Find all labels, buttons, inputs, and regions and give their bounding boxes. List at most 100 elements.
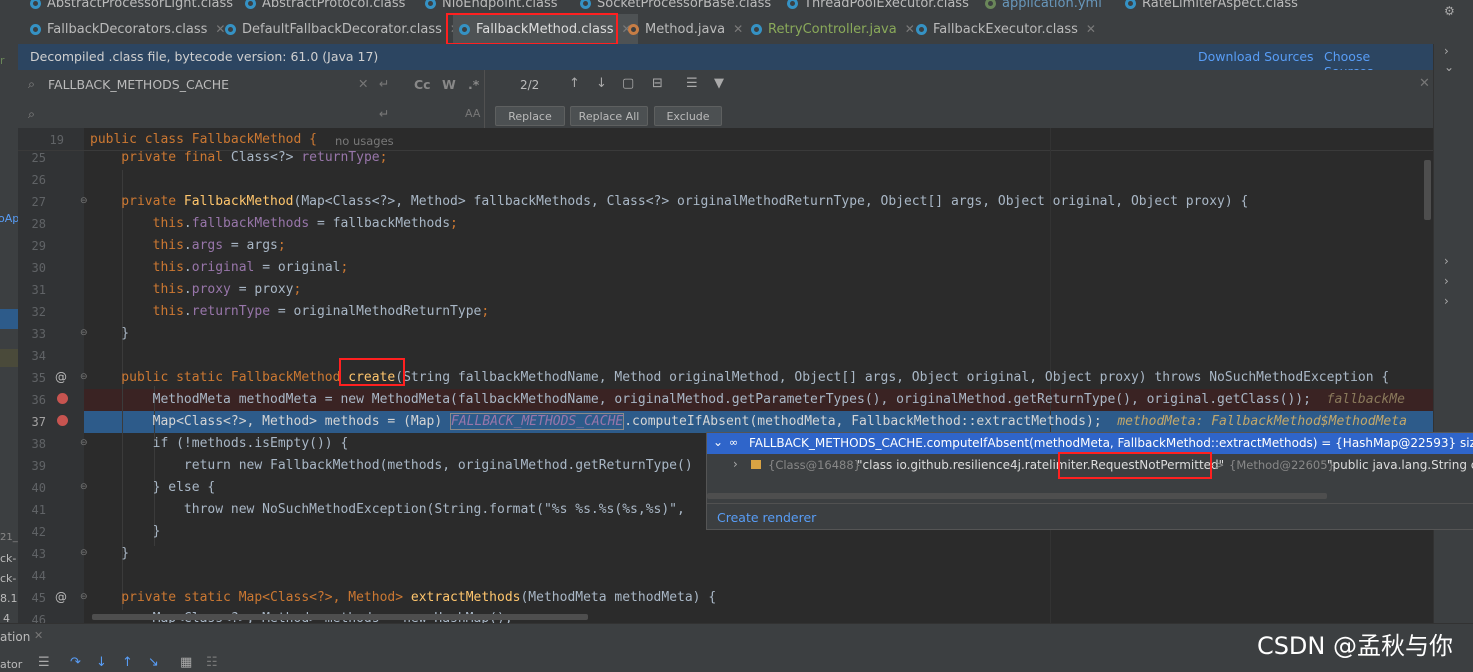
tab-label: Method.java <box>645 21 726 37</box>
fold-icon[interactable]: ⊖ <box>80 196 88 206</box>
override-marker-icon[interactable]: @ <box>55 590 67 604</box>
horizontal-scrollbar[interactable] <box>92 614 588 620</box>
indent-guide <box>122 170 123 610</box>
step-over-icon[interactable]: ↷ <box>70 655 81 670</box>
tab-abstract-processor-light[interactable]: AbstractProcessorLight.class <box>30 0 233 14</box>
fold-icon[interactable]: ⊖ <box>80 548 88 558</box>
yml-icon <box>985 0 996 9</box>
list-icon[interactable]: ☰ <box>38 655 50 670</box>
run-to-cursor-icon[interactable]: ↘ <box>148 655 159 670</box>
evaluate-expression: FALLBACK_METHODS_CACHE.computeIfAbsent(m… <box>749 436 1473 450</box>
fold-icon[interactable]: ⊖ <box>80 328 88 338</box>
code-line-41: throw new NoSuchMethodException(String.f… <box>90 502 685 517</box>
match-count: 2/2 <box>520 78 540 92</box>
clear-icon[interactable]: ✕ <box>358 76 368 91</box>
newline-icon[interactable]: ↵ <box>379 76 389 91</box>
evaluate-icon[interactable]: ▦ <box>180 655 192 670</box>
arrow-down-icon[interactable]: ↓ <box>596 76 607 91</box>
fold-icon[interactable]: ⊖ <box>80 372 88 382</box>
fold-icon[interactable]: ⊖ <box>80 438 88 448</box>
map-entry-icon <box>751 460 761 469</box>
multiline-icon[interactable]: ☰ <box>686 76 698 91</box>
line-number: 42 <box>31 525 46 539</box>
preserve-case-toggle[interactable]: AA <box>465 107 480 120</box>
step-into-icon[interactable]: ↓ <box>96 655 107 670</box>
breakpoint-icon[interactable] <box>57 415 68 426</box>
class-icon <box>425 0 436 9</box>
regex-toggle[interactable]: .* <box>468 77 479 92</box>
close-icon[interactable]: ✕ <box>34 629 43 642</box>
chevron-down-icon[interactable]: ⌄ <box>713 435 723 449</box>
chevron-right-icon[interactable]: › <box>1444 254 1449 268</box>
exclude-button[interactable]: Exclude <box>654 106 722 126</box>
create-renderer-link[interactable]: Create renderer <box>717 510 816 525</box>
vertical-scrollbar[interactable] <box>1424 160 1431 220</box>
close-icon[interactable]: ✕ <box>1419 76 1430 91</box>
chevron-right-icon[interactable]: › <box>1444 44 1449 58</box>
sticky-code: public class FallbackMethod { <box>90 132 317 147</box>
whole-word-toggle[interactable]: W <box>442 77 456 92</box>
code-line-37: Map<Class<?>, Method> methods = (Map) FA… <box>90 413 1407 430</box>
chevron-down-icon[interactable]: ⌄ <box>1444 60 1454 74</box>
entry-value-text: "public java.lang.String c <box>1327 458 1473 472</box>
line-number: 36 <box>31 393 46 407</box>
line-number: 34 <box>31 349 46 363</box>
tab-socket-processor-base[interactable]: SocketProcessorBase.class <box>580 0 771 14</box>
line-number: 26 <box>31 173 46 187</box>
close-icon[interactable]: ✕ <box>215 22 225 36</box>
override-marker-icon[interactable]: @ <box>55 370 67 384</box>
find-input[interactable]: FALLBACK_METHODS_CACHE <box>48 77 229 92</box>
gear-icon[interactable]: ⚙ <box>1444 4 1455 18</box>
tab-method-java[interactable]: Method.java ✕ <box>628 14 743 44</box>
select-all-occurrences-icon[interactable]: ▢ <box>622 76 634 91</box>
tab-label: RateLimiterAspect.class <box>1142 0 1298 11</box>
code-line-43: } <box>90 546 130 561</box>
tab-application-yml[interactable]: application.yml <box>985 0 1102 14</box>
filter-in-selection-icon[interactable]: ⊟ <box>652 76 663 91</box>
line-number: 43 <box>31 547 46 561</box>
annotation-box-tab <box>446 13 618 45</box>
java-icon <box>628 23 639 35</box>
tab-rate-limiter-aspect[interactable]: RateLimiterAspect.class <box>1125 0 1298 14</box>
annotation-box-entry <box>1058 452 1212 479</box>
tab-fallback-executor[interactable]: FallbackExecutor.class ✕ <box>916 14 1096 44</box>
evaluate-result-row[interactable]: ⌄ ∞ FALLBACK_METHODS_CACHE.computeIfAbse… <box>707 433 1473 454</box>
fold-icon[interactable]: ⊖ <box>80 482 88 492</box>
match-case-toggle[interactable]: Cc <box>414 77 431 92</box>
chevron-right-icon[interactable]: › <box>1444 294 1449 308</box>
chevron-right-icon[interactable]: › <box>733 457 738 471</box>
step-out-icon[interactable]: ↑ <box>122 655 133 670</box>
code-text: FallbackMethod <box>183 194 294 209</box>
replace-button[interactable]: Replace <box>495 106 565 126</box>
close-icon[interactable]: ✕ <box>733 22 743 36</box>
replace-all-button[interactable]: Replace All <box>570 106 648 126</box>
left-fragment: r <box>0 54 5 67</box>
close-icon[interactable]: ✕ <box>1086 22 1096 36</box>
tab-nio-endpoint[interactable]: NioEndpoint.class <box>425 0 558 14</box>
tab-label: FallbackExecutor.class <box>933 21 1078 37</box>
tab-abstract-protocol[interactable]: AbstractProtocol.class <box>245 0 405 14</box>
tab-fallback-decorators[interactable]: FallbackDecorators.class ✕ <box>30 14 225 44</box>
left-fragment: oAp <box>0 212 20 225</box>
decompiled-banner: Decompiled .class file, bytecode version… <box>18 44 1433 79</box>
download-sources-link[interactable]: Download Sources <box>1198 49 1314 64</box>
tab-default-fallback-decorator[interactable]: DefaultFallbackDecorator.class✕ <box>225 14 460 44</box>
popup-horizontal-scrollbar[interactable] <box>707 493 1327 499</box>
tab-thread-pool-executor[interactable]: ThreadPoolExecutor.class <box>787 0 969 14</box>
line-number: 35 <box>31 371 46 385</box>
filter-icon[interactable]: ▼ <box>714 76 724 91</box>
entry-arrow: -> <box>1210 458 1225 472</box>
search-icon: ⌕ <box>28 106 36 121</box>
line-number: 45 <box>31 591 46 605</box>
fold-icon[interactable]: ⊖ <box>80 592 88 602</box>
arrow-up-icon[interactable]: ↑ <box>569 76 580 91</box>
trace-icon[interactable]: ☷ <box>206 655 218 670</box>
line-number: 31 <box>31 283 46 297</box>
newline-icon[interactable]: ↵ <box>379 106 389 121</box>
tab-retry-controller[interactable]: RetryController.java ✕ <box>751 14 915 44</box>
breakpoint-icon[interactable] <box>57 393 68 404</box>
chevron-right-icon[interactable]: › <box>1444 274 1449 288</box>
close-icon[interactable]: ✕ <box>905 22 915 36</box>
find-field-row: ⌕ FALLBACK_METHODS_CACHE ✕ ↵ Cc W .* <box>22 72 482 96</box>
class-icon <box>30 23 41 35</box>
